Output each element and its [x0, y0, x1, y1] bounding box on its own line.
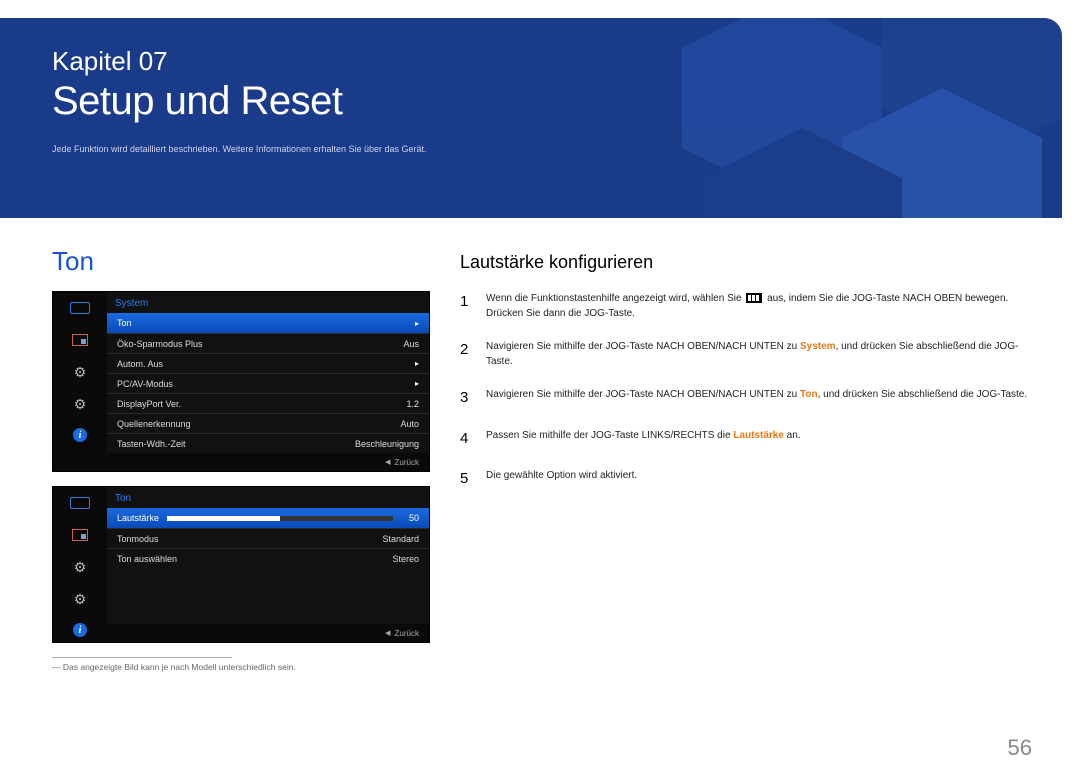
- volume-slider: [167, 516, 393, 521]
- osd-row-label: Autom. Aus: [117, 359, 163, 369]
- footnote-separator: [52, 657, 232, 658]
- section-title: Ton: [52, 246, 432, 277]
- osd-row-label: Lautstärke: [117, 513, 159, 523]
- instruction-step: 2 Navigieren Sie mithilfe der JOG-Taste N…: [460, 339, 1032, 369]
- gear2-icon: ⚙: [53, 388, 107, 420]
- osd1-header: System: [107, 292, 429, 313]
- step-text: Wenn die Funktionstastenhilfe angezeigt …: [486, 291, 1008, 321]
- osd-row-label: Ton auswählen: [117, 554, 177, 564]
- osd-row-label: Tonmodus: [117, 534, 159, 544]
- osd-row-value: Aus: [403, 339, 419, 349]
- picture-icon: [53, 519, 107, 551]
- osd-screenshot-system: ⚙ ⚙ i System Ton ▸ Öko-Sparmodus Plus Aus Au…: [52, 291, 430, 472]
- picture-icon: [53, 324, 107, 356]
- chapter-description: Jede Funktion wird detailliert beschrieb…: [52, 144, 1062, 154]
- step-text: Navigieren Sie mithilfe der JOG-Taste NA…: [486, 339, 1032, 369]
- osd-row: DisplayPort Ver. 1.2: [107, 393, 429, 413]
- osd1-back: ◀Zurück: [107, 453, 429, 471]
- osd-row-value: Auto: [400, 419, 419, 429]
- osd-row-value: ▸: [415, 379, 419, 388]
- chapter-label: Kapitel 07: [52, 46, 1062, 77]
- osd-row-label: Öko-Sparmodus Plus: [117, 339, 203, 349]
- step-text: Navigieren Sie mithilfe der JOG-Taste NA…: [486, 387, 1027, 410]
- instruction-step: 5 Die gewählte Option wird aktiviert.: [460, 468, 1032, 491]
- step-number: 3: [460, 387, 474, 410]
- step-number: 2: [460, 339, 474, 369]
- osd-row-value: ▸: [415, 319, 419, 328]
- osd-row: Autom. Aus ▸: [107, 353, 429, 373]
- subsection-title: Lautstärke konfigurieren: [460, 252, 1032, 273]
- instruction-step: 4 Passen Sie mithilfe der JOG-Taste LINKS…: [460, 428, 1032, 451]
- chapter-header: Kapitel 07 Setup und Reset Jede Funktion…: [0, 18, 1062, 218]
- osd-row-label: Tasten-Wdh.-Zeit: [117, 439, 186, 449]
- osd-row: Tonmodus Standard: [107, 528, 429, 548]
- info-icon: i: [53, 615, 107, 642]
- osd-row-label: Ton: [117, 318, 132, 328]
- osd-row: PC/AV-Modus ▸: [107, 373, 429, 393]
- osd-row-value: Stereo: [392, 554, 419, 564]
- osd-row: Ton ▸: [107, 313, 429, 333]
- chapter-title: Setup und Reset: [52, 79, 1062, 124]
- instruction-step: 1 Wenn die Funktionstastenhilfe angezeigt…: [460, 291, 1032, 321]
- step-number: 1: [460, 291, 474, 321]
- osd-row: Quellenerkennung Auto: [107, 413, 429, 433]
- step-text: Passen Sie mithilfe der JOG-Taste LINKS/…: [486, 428, 801, 451]
- monitor-icon: [53, 292, 107, 324]
- osd-row: Lautstärke 50: [107, 508, 429, 528]
- osd-row: Ton auswählen Stereo: [107, 548, 429, 568]
- page-number: 56: [1008, 735, 1032, 761]
- osd-row-value: Beschleunigung: [355, 439, 419, 449]
- menu-icon: [746, 293, 762, 303]
- info-icon: i: [53, 420, 107, 471]
- osd-row: Tasten-Wdh.-Zeit Beschleunigung: [107, 433, 429, 453]
- osd2-back: ◀Zurück: [107, 624, 429, 642]
- osd-row-value: 1.2: [406, 399, 419, 409]
- gear-icon: ⚙: [53, 551, 107, 583]
- monitor-icon: [53, 487, 107, 519]
- osd-screenshot-ton: ⚙ ⚙ i Ton Lautstärke50TonmodusStandardTo…: [52, 486, 430, 643]
- osd-row: Öko-Sparmodus Plus Aus: [107, 333, 429, 353]
- instruction-step: 3 Navigieren Sie mithilfe der JOG-Taste N…: [460, 387, 1032, 410]
- step-number: 5: [460, 468, 474, 491]
- osd2-header: Ton: [107, 487, 429, 508]
- osd-row-value: 50: [401, 513, 419, 523]
- gear-icon: ⚙: [53, 356, 107, 388]
- step-number: 4: [460, 428, 474, 451]
- osd-row-label: DisplayPort Ver.: [117, 399, 181, 409]
- footnote: ― Das angezeigte Bild kann je nach Model…: [52, 662, 432, 672]
- gear2-icon: ⚙: [53, 583, 107, 615]
- osd-row-label: Quellenerkennung: [117, 419, 191, 429]
- osd-row-value: ▸: [415, 359, 419, 368]
- step-text: Die gewählte Option wird aktiviert.: [486, 468, 637, 491]
- osd-row-value: Standard: [382, 534, 419, 544]
- osd-row-label: PC/AV-Modus: [117, 379, 173, 389]
